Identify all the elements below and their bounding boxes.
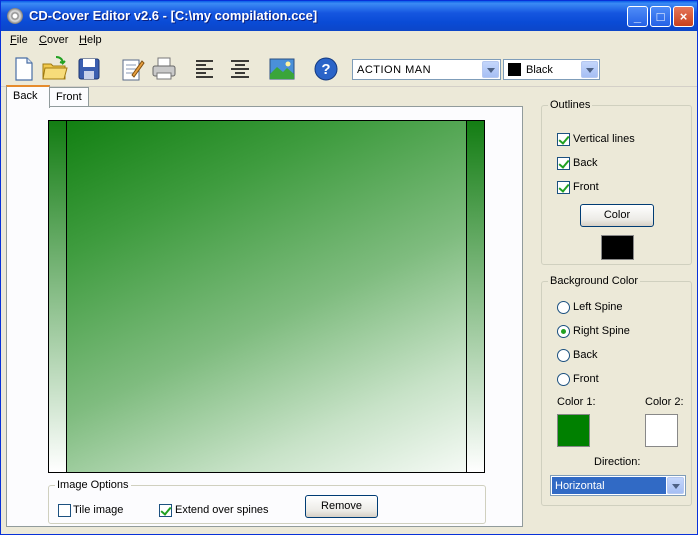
maximize-button[interactable]: □ [650,6,671,27]
font-select-value: ACTION MAN [357,64,432,76]
direction-select[interactable]: Horizontal [550,475,686,496]
tab-panel-back: Image Options Tile image Extend over spi… [6,106,523,527]
tab-back[interactable]: Back [6,85,50,108]
title-bar[interactable]: CD-Cover Editor v2.6 - [C:\my compilatio… [1,1,697,31]
app-window: CD-Cover Editor v2.6 - [C:\my compilatio… [0,0,698,535]
help-icon[interactable]: ? [312,55,340,83]
left-spine-radio[interactable] [557,301,570,314]
vertical-lines-label: Vertical lines [573,133,635,145]
outlines-title: Outlines [548,99,593,111]
menu-file[interactable]: File [10,34,28,46]
front-radio[interactable] [557,373,570,386]
right-spine-radio[interactable] [557,325,570,338]
font-select[interactable]: ACTION MAN [352,59,501,80]
align-left-icon[interactable] [191,55,219,83]
left-spine-label: Left Spine [573,301,623,313]
menu-bar: File Cover Help [1,31,697,50]
new-file-icon[interactable] [9,55,37,83]
chevron-down-icon[interactable] [581,61,598,78]
right-spine[interactable] [466,121,484,472]
direction-select-value: Horizontal [555,480,605,492]
cover-face[interactable] [67,121,466,472]
color1-swatch[interactable] [557,414,590,447]
background-color-group: Background Color Left Spine Right Spine … [541,275,692,506]
close-button[interactable]: × [673,6,694,27]
vertical-lines-checkbox[interactable] [557,133,570,146]
color2-swatch[interactable] [645,414,678,447]
outline-color-swatch[interactable] [601,235,634,260]
menu-cover[interactable]: Cover [39,34,68,46]
menu-help[interactable]: Help [79,34,102,46]
chevron-down-icon[interactable] [667,477,684,494]
remove-button[interactable]: Remove [305,495,378,518]
outline-back-label: Back [573,157,598,169]
image-options-title: Image Options [55,479,131,491]
tile-image-checkbox[interactable] [58,504,71,517]
color1-label: Color 1: [557,396,596,408]
outline-back-checkbox[interactable] [557,157,570,170]
edit-notepad-icon[interactable] [118,55,146,83]
cover-preview[interactable] [48,120,485,473]
toolbar: ? ACTION MAN Black [1,51,697,87]
extend-over-spines-label: Extend over spines [175,504,269,516]
align-center-icon[interactable] [226,55,254,83]
image-options-group: Image Options Tile image Extend over spi… [48,479,486,524]
svg-text:?: ? [321,61,330,78]
cd-app-icon [7,8,23,24]
outline-front-label: Front [573,181,599,193]
color2-label: Color 2: [645,396,684,408]
back-radio[interactable] [557,349,570,362]
tile-image-label: Tile image [73,504,124,516]
chevron-down-icon[interactable] [482,61,499,78]
color-select-swatch [508,63,521,76]
print-icon[interactable] [150,55,178,83]
direction-label: Direction: [594,456,641,468]
color-select-value: Black [526,64,553,76]
tab-front[interactable]: Front [49,87,89,107]
outline-front-checkbox[interactable] [557,181,570,194]
open-folder-icon[interactable] [41,55,69,83]
window-title: CD-Cover Editor v2.6 - [C:\my compilatio… [29,8,318,23]
color-select[interactable]: Black [503,59,600,80]
minimize-button[interactable]: _ [627,6,648,27]
back-label: Back [573,349,598,361]
save-disk-icon[interactable] [75,55,103,83]
front-label: Front [573,373,599,385]
extend-over-spines-checkbox[interactable] [159,504,172,517]
outline-color-button[interactable]: Color [580,204,654,227]
image-icon[interactable] [268,55,296,83]
background-color-title: Background Color [548,275,641,287]
right-spine-label: Right Spine [573,325,630,337]
outlines-group: Outlines Vertical lines Back Front Color [541,99,692,265]
left-spine[interactable] [49,121,67,472]
